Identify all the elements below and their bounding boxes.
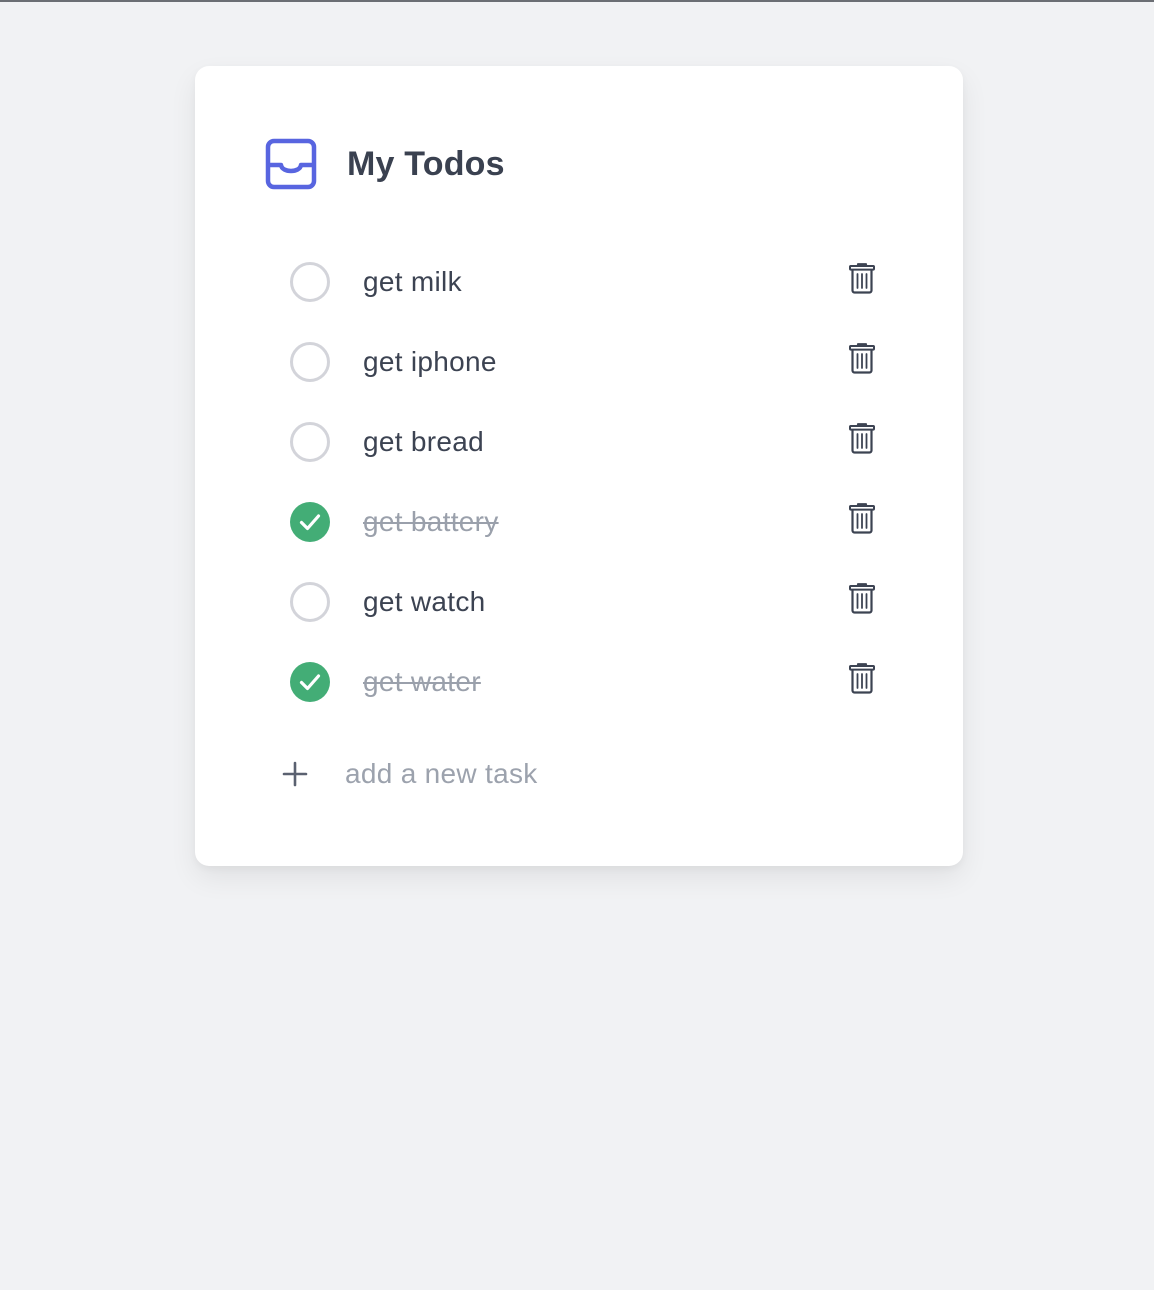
empty-circle-checkbox[interactable]: [290, 582, 330, 622]
todo-item: get watch: [195, 562, 963, 642]
trash-icon: [849, 503, 875, 534]
card-header: My Todos: [265, 138, 505, 190]
empty-circle-checkbox[interactable]: [290, 262, 330, 302]
todo-text[interactable]: get iphone: [363, 344, 497, 380]
new-task-input[interactable]: [345, 754, 865, 794]
todo-text[interactable]: get bread: [363, 424, 484, 460]
plus-icon[interactable]: [281, 760, 309, 788]
todo-item: get iphone: [195, 322, 963, 402]
trash-icon: [849, 583, 875, 614]
delete-button[interactable]: [847, 661, 877, 695]
empty-circle-checkbox[interactable]: [290, 422, 330, 462]
todo-text[interactable]: get water: [363, 664, 481, 700]
todo-list: get milk get iphone get bread get batter…: [195, 242, 963, 722]
delete-button[interactable]: [847, 501, 877, 535]
checked-circle-checkbox[interactable]: [290, 662, 330, 702]
delete-button[interactable]: [847, 261, 877, 295]
todo-item: get bread: [195, 402, 963, 482]
delete-button[interactable]: [847, 421, 877, 455]
checkmark-icon: [299, 674, 321, 691]
trash-icon: [849, 263, 875, 294]
todo-text[interactable]: get watch: [363, 584, 486, 620]
empty-circle-checkbox[interactable]: [290, 342, 330, 382]
checkmark-icon: [299, 514, 321, 531]
todo-card: My Todos get milk get iphone get bread g…: [195, 66, 963, 866]
delete-button[interactable]: [847, 581, 877, 615]
checked-circle-checkbox[interactable]: [290, 502, 330, 542]
todo-item: get milk: [195, 242, 963, 322]
trash-icon: [849, 343, 875, 374]
todo-item: get battery: [195, 482, 963, 562]
trash-icon: [849, 423, 875, 454]
add-task-row: [195, 752, 963, 800]
todo-text[interactable]: get milk: [363, 264, 462, 300]
todo-item: get water: [195, 642, 963, 722]
trash-icon: [849, 663, 875, 694]
todo-text[interactable]: get battery: [363, 504, 499, 540]
delete-button[interactable]: [847, 341, 877, 375]
inbox-icon: [265, 138, 317, 190]
page-title: My Todos: [347, 144, 505, 183]
